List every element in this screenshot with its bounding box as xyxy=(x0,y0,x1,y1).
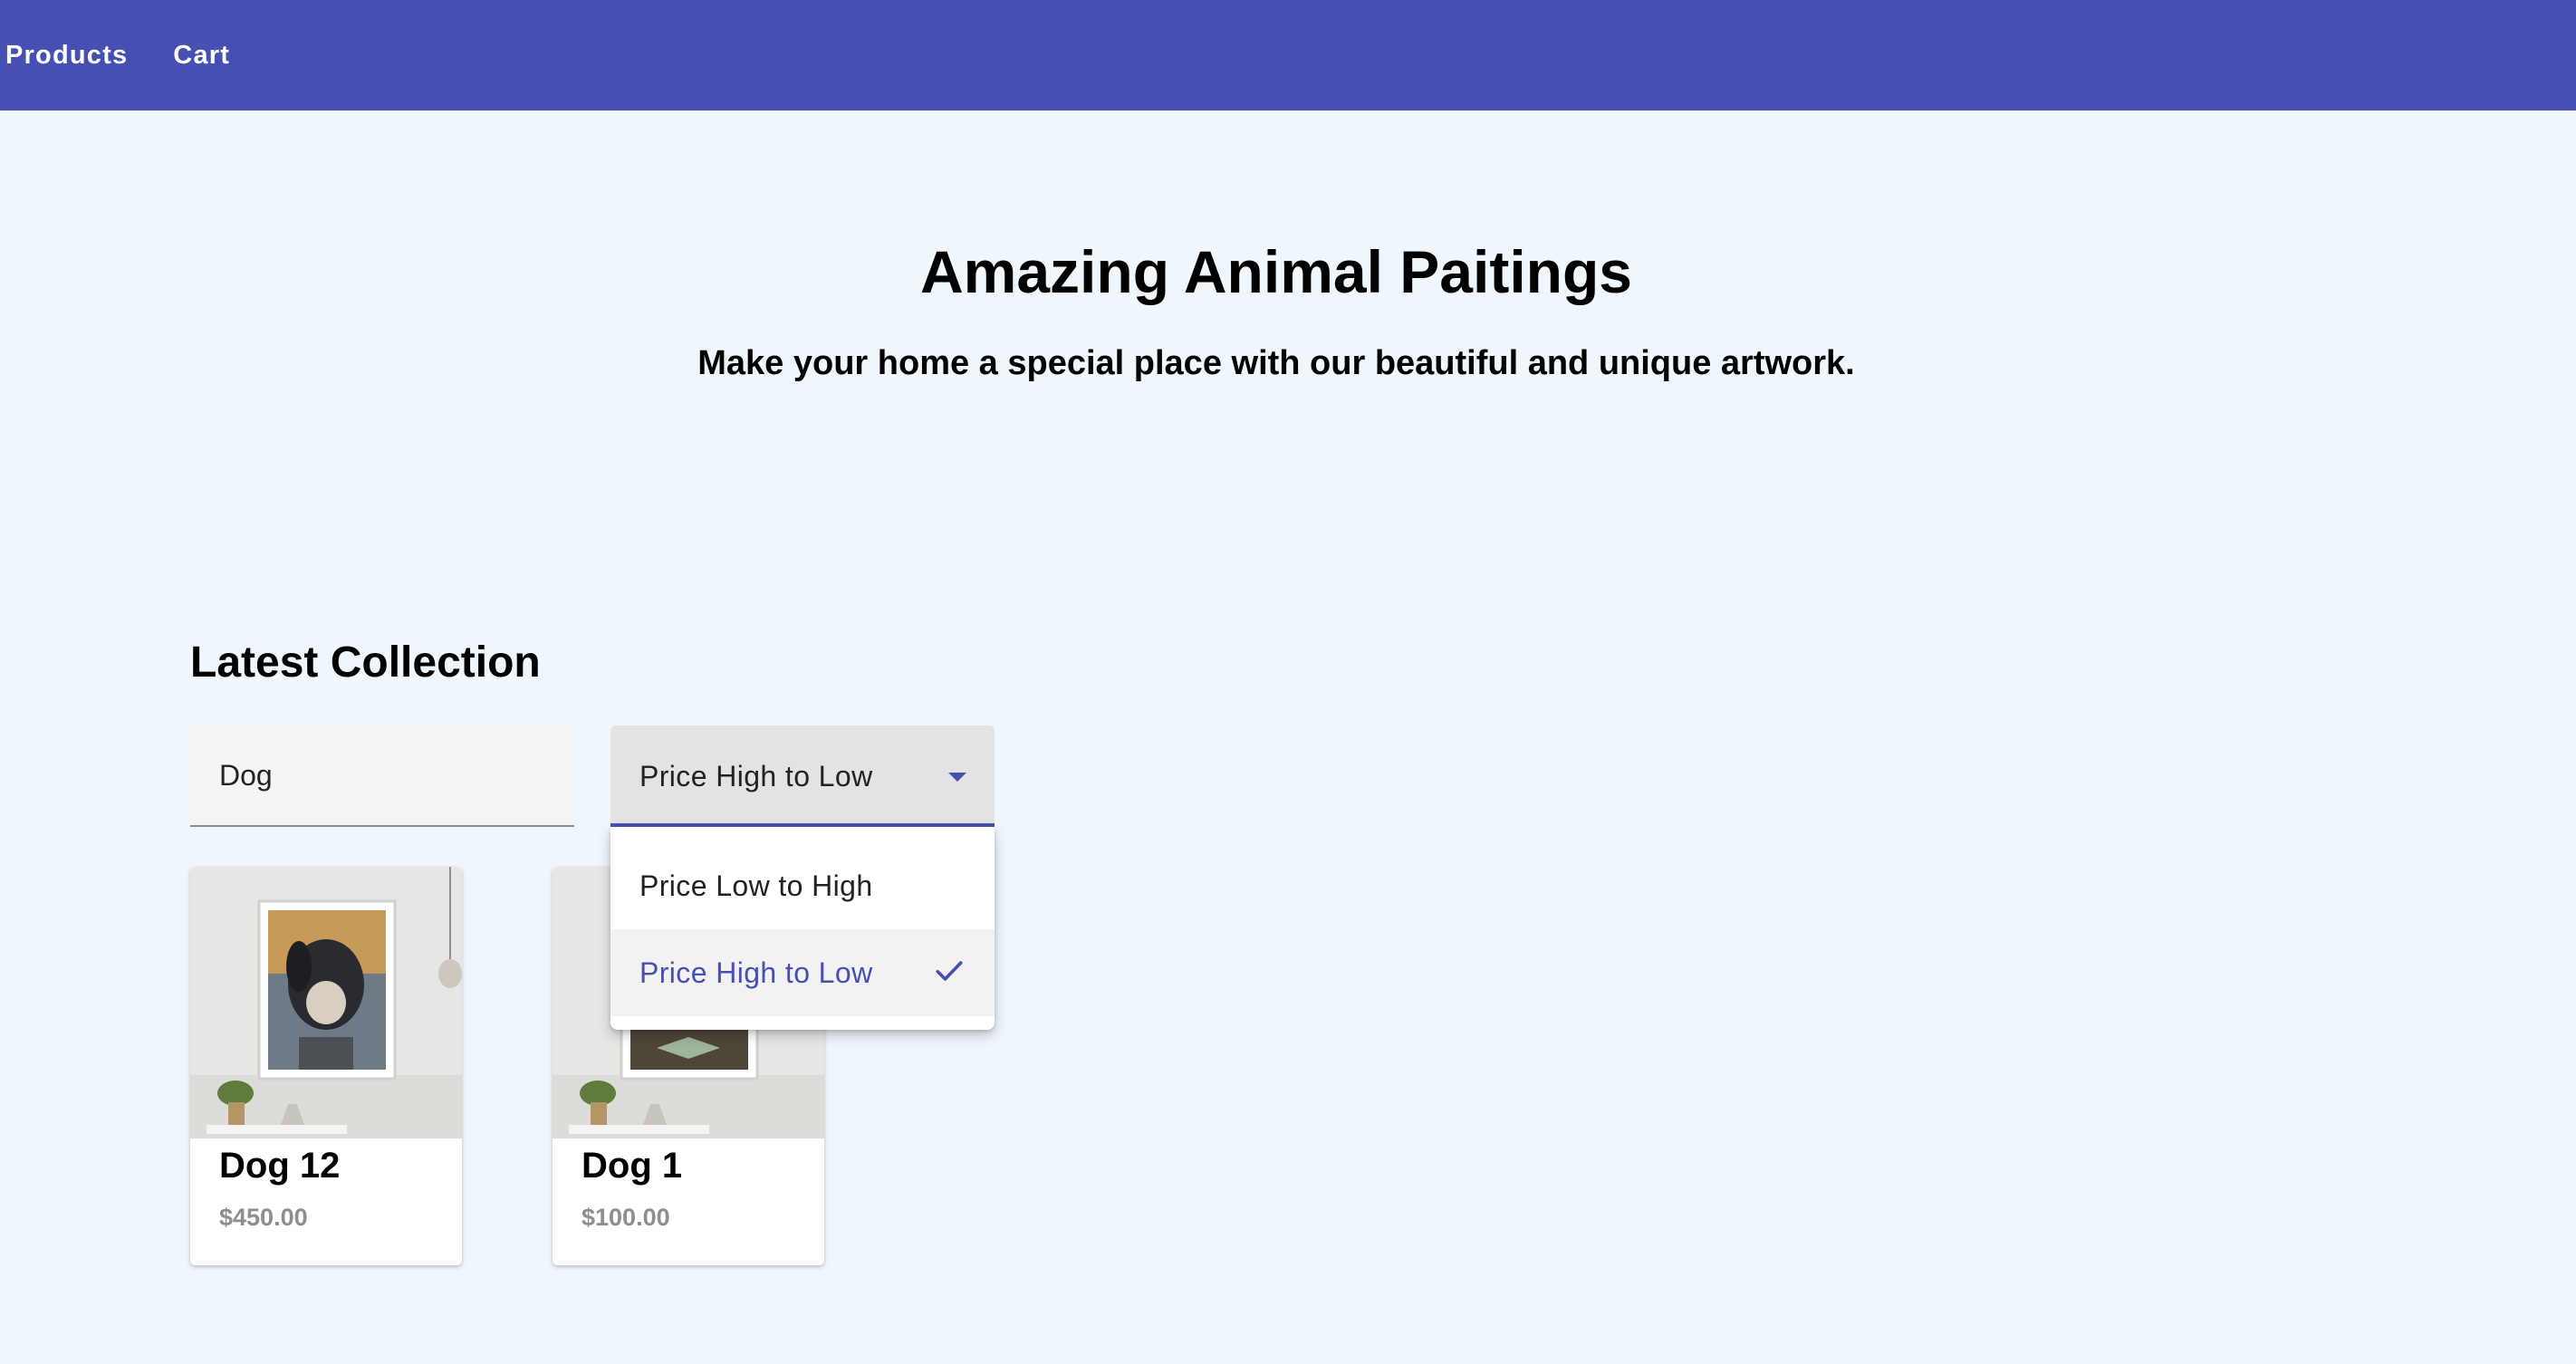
check-icon xyxy=(936,961,963,981)
top-navbar: Products Cart xyxy=(0,0,2576,110)
product-price: $100.00 xyxy=(582,1204,670,1231)
product-price: $450.00 xyxy=(219,1204,308,1231)
product-name: Dog 1 xyxy=(582,1146,683,1186)
sort-option-low-to-high[interactable]: Price Low to High xyxy=(610,842,995,929)
caret-down-icon[interactable] xyxy=(948,773,966,782)
nav-products-link[interactable]: Products xyxy=(5,41,128,71)
sort-option-label: Price High to Low xyxy=(639,956,873,989)
sort-option-label: Price Low to High xyxy=(639,869,873,902)
collection-title: Latest Collection xyxy=(190,639,541,687)
sort-select-value: Price High to Low xyxy=(639,760,873,792)
sort-select[interactable]: Price High to Low xyxy=(610,725,995,827)
hero-title: Amazing Animal Paitings xyxy=(919,238,1632,305)
search-input[interactable] xyxy=(219,725,554,825)
product-image-dog-painting xyxy=(190,867,462,1138)
sort-option-high-to-low[interactable]: Price High to Low xyxy=(610,929,995,1016)
search-field[interactable] xyxy=(190,725,574,827)
hero-subtitle: Make your home a special place with our … xyxy=(697,344,1855,382)
product-name: Dog 12 xyxy=(219,1146,341,1186)
product-card[interactable]: Dog 12 $450.00 xyxy=(190,867,462,1265)
nav-cart-link[interactable]: Cart xyxy=(173,41,230,71)
sort-dropdown-menu: Price Low to High Price High to Low xyxy=(610,827,995,1030)
